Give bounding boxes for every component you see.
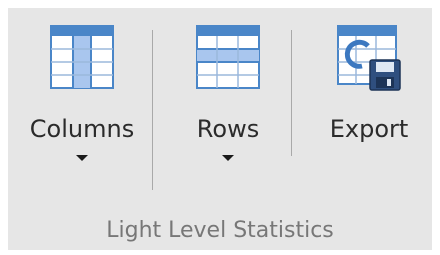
- export-icon: [337, 25, 401, 91]
- columns-dropdown-arrow-icon[interactable]: [76, 155, 88, 161]
- rows-dropdown-arrow-icon[interactable]: [222, 155, 234, 161]
- columns-icon: [50, 25, 114, 89]
- separator: [152, 30, 153, 190]
- rows-label: Rows: [196, 115, 260, 143]
- rows-icon: [196, 25, 260, 89]
- rows-button[interactable]: Rows: [178, 22, 278, 161]
- separator: [291, 30, 292, 156]
- export-button[interactable]: Export: [314, 22, 424, 143]
- columns-label: Columns: [29, 115, 135, 143]
- export-label: Export: [329, 115, 409, 143]
- ribbon-group: Columns Rows Export Light Level Statisti…: [8, 8, 432, 250]
- group-label: Light Level Statistics: [106, 218, 334, 243]
- columns-button[interactable]: Columns: [22, 22, 142, 161]
